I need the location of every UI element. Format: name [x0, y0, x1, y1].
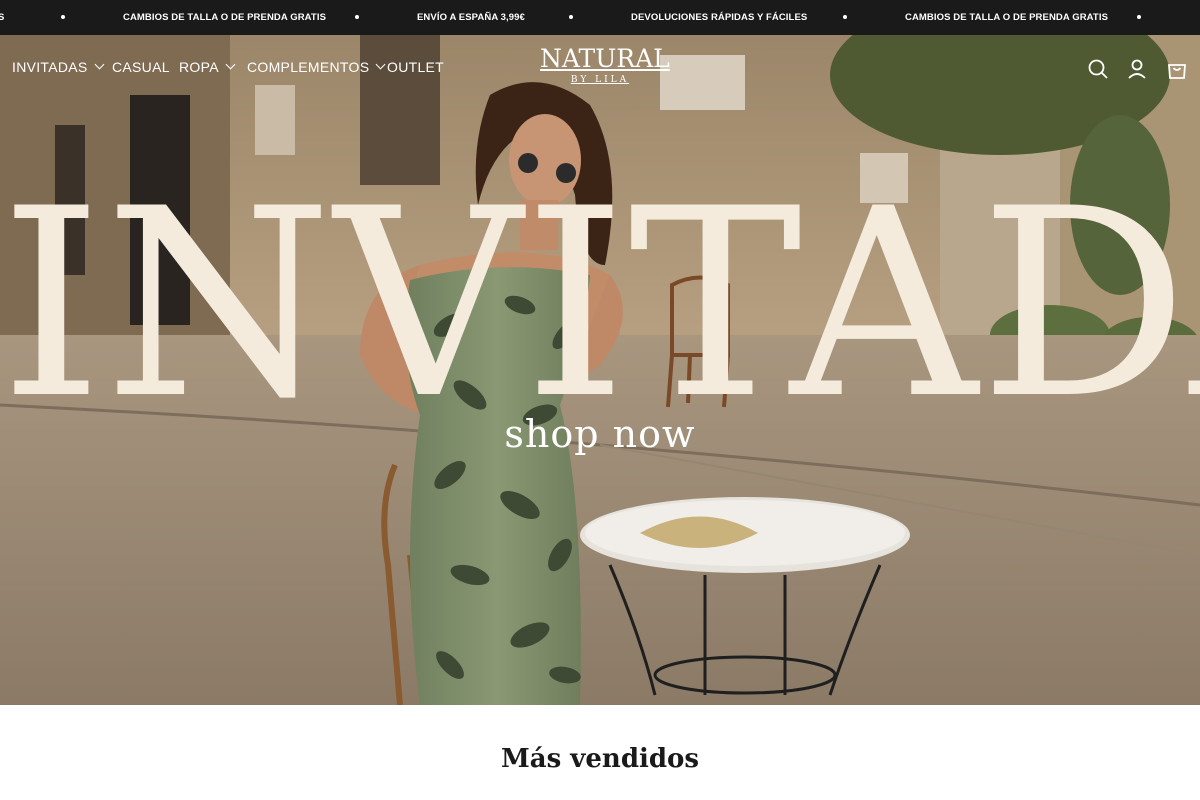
nav-item-invitadas[interactable]: INVITADAS [12, 59, 105, 75]
shop-now-link[interactable]: shop now [500, 412, 700, 456]
chevron-down-icon [94, 59, 105, 70]
announcement-message: CAMBIOS DE TALLA O DE PRENDA GRATIS [905, 12, 1108, 23]
nav-item-label: CASUAL [112, 59, 170, 75]
cart-icon[interactable] [1165, 57, 1189, 81]
search-icon[interactable] [1086, 57, 1110, 81]
announcement-bar: S CAMBIOS DE TALLA O DE PRENDA GRATIS EN… [0, 0, 1200, 35]
nav-item-label: ROPA [179, 59, 219, 75]
nav-item-label: COMPLEMENTOS [247, 59, 370, 75]
separator-dot [843, 15, 847, 19]
nav-item-label: INVITADAS [12, 59, 88, 75]
hero-title: INVITADA [0, 154, 1200, 456]
separator-dot [61, 15, 65, 19]
nav-item-label: OUTLET [387, 59, 445, 75]
account-icon[interactable] [1125, 57, 1149, 81]
site-logo[interactable]: NATURAL BY LILA [540, 44, 670, 86]
separator-dot [569, 15, 573, 19]
separator-dot [355, 15, 359, 19]
chevron-down-icon [375, 59, 386, 70]
announcement-message: CAMBIOS DE TALLA O DE PRENDA GRATIS [123, 12, 326, 23]
announcement-message: S [0, 12, 5, 23]
nav-item-outlet[interactable]: OUTLET [387, 59, 444, 75]
separator-dot [1137, 15, 1141, 19]
chevron-down-icon [225, 59, 236, 70]
nav-item-casual[interactable]: CASUAL [112, 59, 170, 75]
announcement-message: ENVÍO A ESPAÑA 3,99€ [417, 12, 525, 23]
logo-subtitle: BY LILA [570, 75, 630, 85]
nav-item-ropa[interactable]: ROPA [179, 59, 236, 75]
nav-item-complementos[interactable]: COMPLEMENTOS [247, 59, 386, 75]
section-title-best-sellers: Más vendidos [500, 744, 700, 774]
announcement-message: DEVOLUCIONES RÁPIDAS Y FÁCILES [631, 12, 808, 23]
logo-wordmark: NATURAL [540, 44, 670, 73]
hero-banner[interactable]: INVITADA [0, 35, 1200, 705]
